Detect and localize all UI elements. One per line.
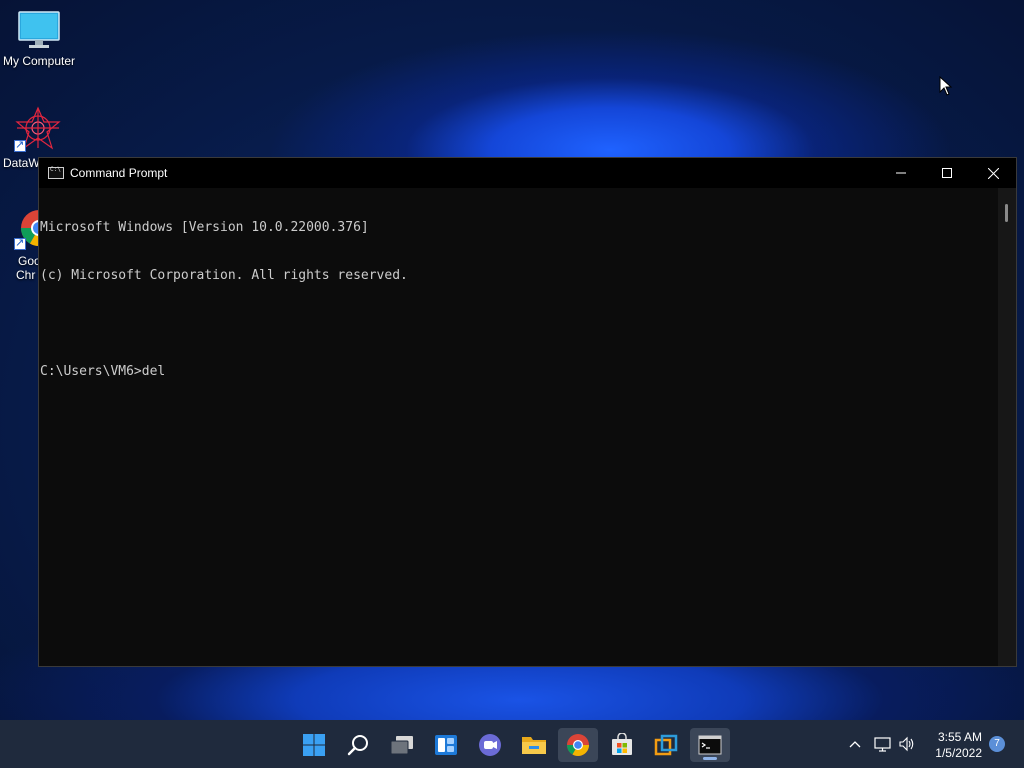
vertical-scrollbar[interactable] xyxy=(998,188,1016,666)
close-button[interactable] xyxy=(970,158,1016,188)
window-title: Command Prompt xyxy=(70,166,168,180)
monitor-icon xyxy=(18,11,60,48)
widgets-button[interactable] xyxy=(426,728,466,762)
file-explorer-button[interactable] xyxy=(514,728,554,762)
chevron-up-icon xyxy=(849,741,861,748)
console-prompt-line: C:\Users\VM6>del xyxy=(40,364,166,379)
desktop-icon-my-computer[interactable]: My Computer xyxy=(0,10,78,68)
task-view-icon xyxy=(390,736,413,755)
scrollbar-thumb[interactable] xyxy=(1005,204,1008,222)
app-icon xyxy=(654,734,678,756)
taskbar: 3:55 AM 1/5/2022 7 xyxy=(0,720,1024,768)
minimize-button[interactable] xyxy=(878,158,924,188)
task-view-button[interactable] xyxy=(382,728,422,762)
active-window-indicator xyxy=(703,757,717,760)
command-prompt-icon xyxy=(48,166,64,179)
clock-date: 1/5/2022 xyxy=(935,746,982,760)
volume-button[interactable] xyxy=(896,720,918,768)
file-explorer-icon xyxy=(522,737,546,754)
start-button[interactable] xyxy=(294,728,334,762)
store-button[interactable] xyxy=(602,728,642,762)
app-button[interactable] xyxy=(646,728,686,762)
show-hidden-icons-button[interactable] xyxy=(844,720,866,768)
maximize-icon xyxy=(942,168,952,178)
shortcut-arrow-icon xyxy=(14,138,26,152)
window-titlebar[interactable]: Command Prompt xyxy=(39,158,1016,188)
chat-button[interactable] xyxy=(470,728,510,762)
network-button[interactable] xyxy=(872,720,894,768)
command-prompt-taskbar-button[interactable] xyxy=(690,728,730,762)
command-prompt-window[interactable]: Command Prompt Microsoft Windows [Versio… xyxy=(38,157,1017,667)
chrome-taskbar-button[interactable] xyxy=(558,728,598,762)
command-prompt-icon xyxy=(698,735,722,755)
clock-time: 3:55 AM xyxy=(937,730,982,744)
mouse-cursor-icon xyxy=(939,76,953,96)
maximize-button[interactable] xyxy=(924,158,970,188)
store-icon xyxy=(612,733,632,755)
close-icon xyxy=(987,167,999,179)
network-icon xyxy=(874,737,891,752)
start-icon xyxy=(303,734,325,756)
console-line: Microsoft Windows [Version 10.0.22000.37… xyxy=(40,220,369,235)
widgets-icon xyxy=(435,735,457,755)
chrome-icon xyxy=(567,734,589,756)
search-icon xyxy=(347,735,368,756)
console-output[interactable]: Microsoft Windows [Version 10.0.22000.37… xyxy=(39,188,998,666)
shortcut-arrow-icon xyxy=(14,236,26,250)
console-line: (c) Microsoft Corporation. All rights re… xyxy=(40,268,408,283)
notification-badge[interactable]: 7 xyxy=(989,736,1005,752)
clock[interactable]: 3:55 AM 1/5/2022 xyxy=(935,729,982,761)
desktop-icon-label: My Computer xyxy=(2,54,76,68)
speaker-icon xyxy=(899,736,914,752)
chat-icon xyxy=(479,734,501,756)
minimize-icon xyxy=(896,172,906,174)
search-button[interactable] xyxy=(338,728,378,762)
